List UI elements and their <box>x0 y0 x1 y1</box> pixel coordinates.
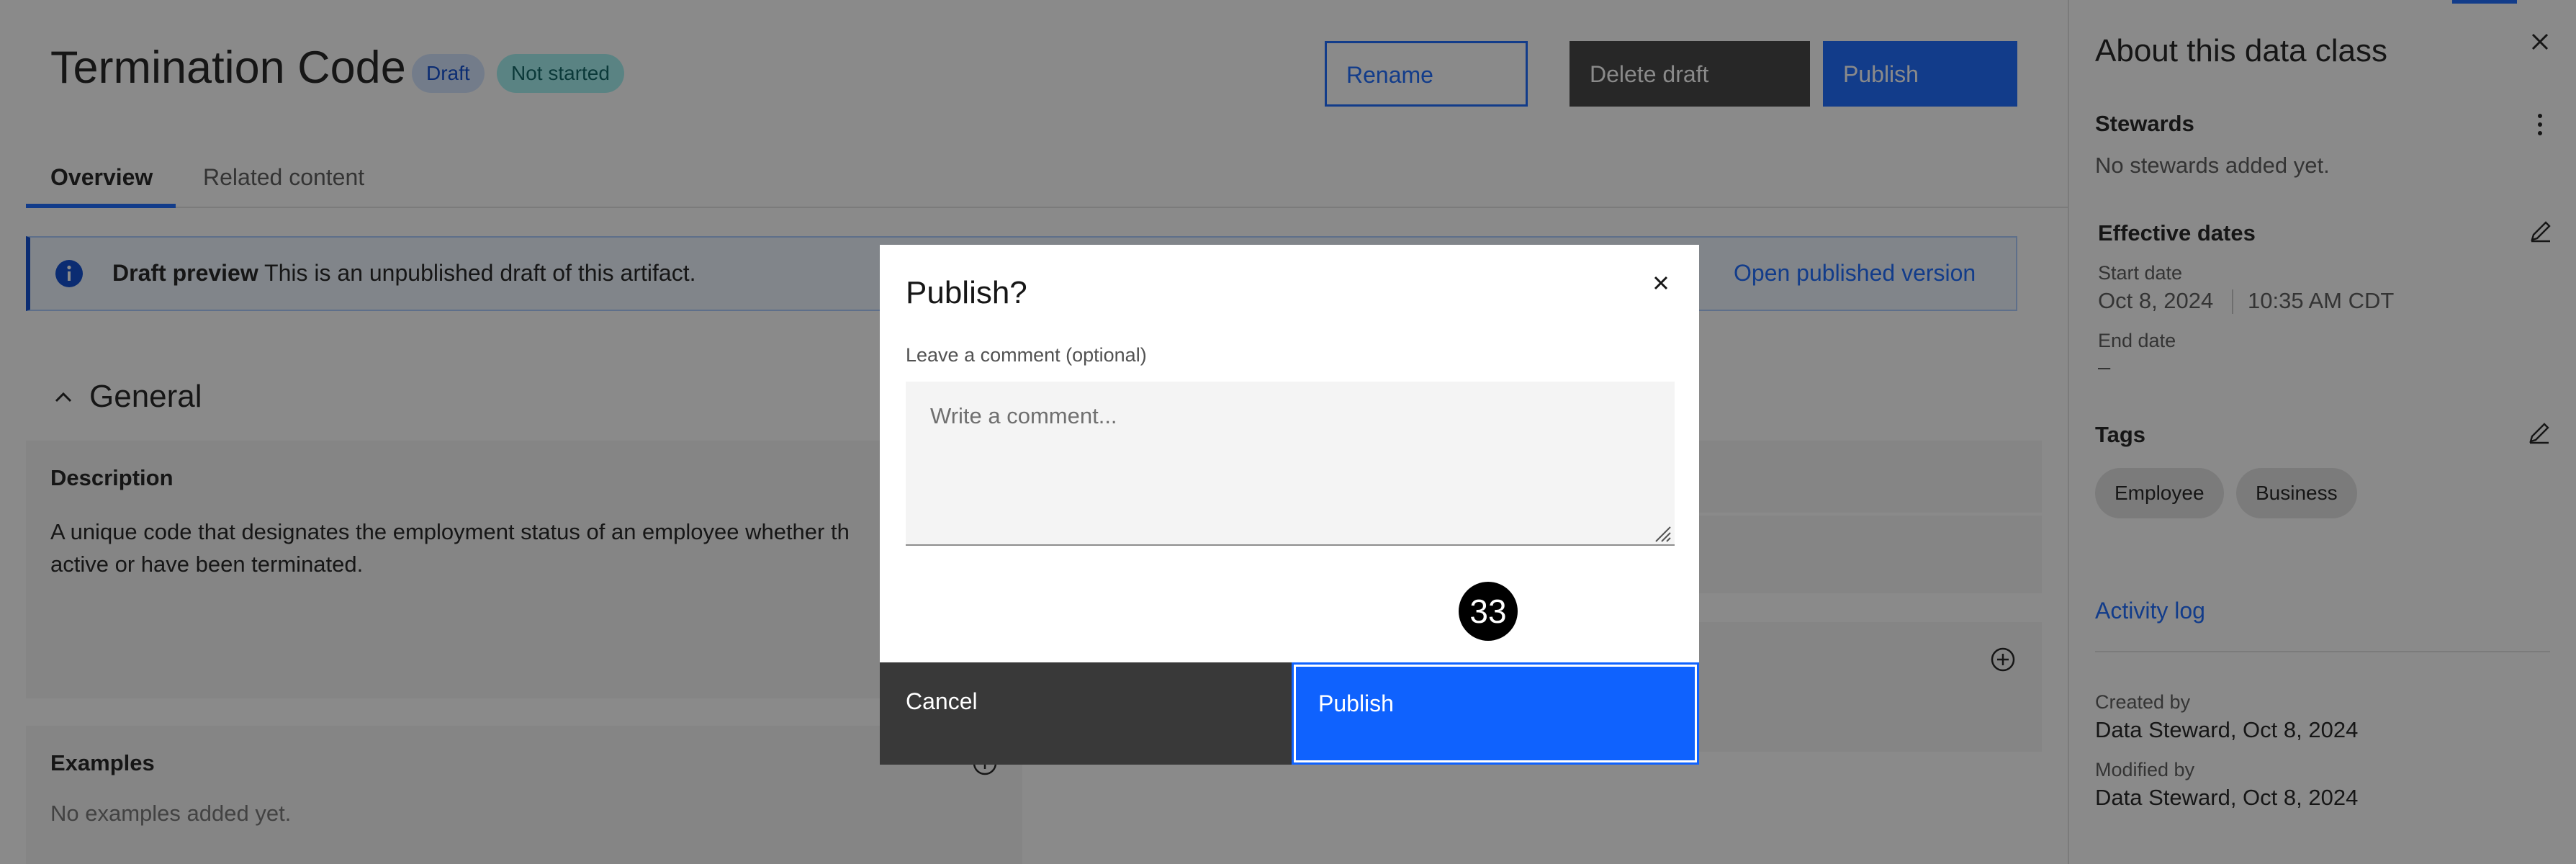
cancel-button[interactable]: Cancel <box>880 662 1292 765</box>
resize-handle-icon[interactable] <box>1653 524 1672 543</box>
confirm-publish-button[interactable]: Publish <box>1292 662 1699 765</box>
comment-textarea[interactable] <box>906 382 1675 546</box>
step-number-badge: 33 <box>1459 582 1518 641</box>
modal-title: Publish? <box>906 275 1027 310</box>
close-icon[interactable] <box>1649 271 1673 295</box>
comment-label: Leave a comment (optional) <box>906 344 1147 366</box>
